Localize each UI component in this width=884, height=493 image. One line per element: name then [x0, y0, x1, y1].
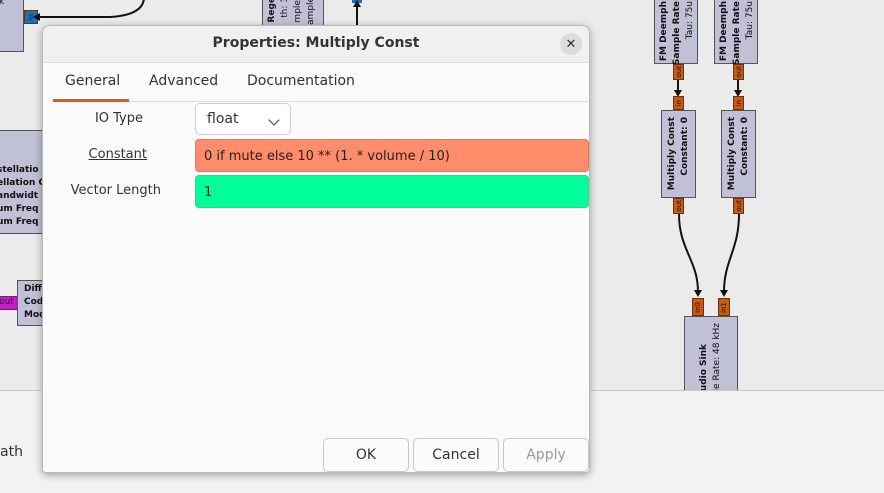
block-fm-deemph-1-title: FM Deemph	[659, 1, 669, 62]
io-type-label: IO Type	[94, 111, 143, 126]
connection-mult1	[678, 213, 699, 293]
constant-field[interactable]: 0 if mute else 10 ** (1. * volume / 10)	[195, 139, 589, 172]
block-fm-deemph-2-line2: Tau: 75u	[745, 1, 755, 40]
chevron-down-icon	[268, 114, 280, 126]
apply-button[interactable]: Apply	[503, 438, 589, 472]
block-fm-deemph-1-out-port[interactable]: out	[673, 64, 684, 80]
io-type-value: float	[207, 111, 239, 127]
constant-label: Constant	[88, 147, 147, 162]
connection-mult2	[723, 213, 740, 293]
close-button[interactable]: ✕	[560, 33, 582, 55]
dialog-title: Properties: Multiply Const	[212, 35, 420, 51]
vector-length-field[interactable]: 1	[195, 175, 589, 208]
block-fm-deemph-1-line2: Tau: 75u	[685, 1, 695, 40]
block-audio-sink-param: le Rate: 48 kHz	[712, 322, 722, 391]
tab-bar: General Advanced Documentation	[43, 62, 589, 101]
active-tab-indicator	[53, 99, 129, 102]
block-fm-deemph-2-line1: Sample Rate	[732, 1, 742, 66]
io-type-dropdown[interactable]: float	[195, 103, 291, 135]
dialog-titlebar[interactable]: Properties: Multiply Const ✕	[43, 26, 589, 63]
block-multiply-1-title: Multiply Const	[667, 117, 677, 191]
arrowhead-5	[353, 0, 361, 7]
block-fm-deemph-1[interactable]: FM Deemph Sample Rate Tau: 75u	[654, 0, 698, 66]
block-multiply-1-param: Constant: 0	[680, 117, 690, 176]
bottom-panel-text: ath	[0, 444, 23, 460]
cancel-button[interactable]: Cancel	[413, 438, 499, 472]
arrowhead-3	[694, 290, 702, 297]
block-fm-deemph-2-out-port[interactable]: out	[733, 64, 744, 80]
block-fm-deemph-2[interactable]: FM Deemph Sample Rate Tau: 75u	[714, 0, 758, 66]
properties-dialog: Properties: Multiply Const ✕ General Adv…	[42, 25, 590, 473]
connection-top	[38, 0, 145, 18]
vector-length-label: Vector Length	[70, 183, 161, 198]
arrowhead-4	[720, 290, 728, 297]
block-fm-deemph-2-title: FM Deemph	[719, 1, 729, 62]
tab-general[interactable]: General	[65, 73, 120, 89]
arrowhead-6	[33, 13, 40, 21]
tab-documentation[interactable]: Documentation	[247, 73, 355, 89]
block-audio-sink-in0-port[interactable]: in0	[692, 298, 704, 316]
block-multiply-1-in-port[interactable]: in	[673, 96, 684, 110]
block-multiply-1[interactable]: Multiply Const Constant: 0	[661, 110, 696, 198]
block-multiply-2-param: Constant: 0	[740, 117, 750, 176]
block-multiply-2-title: Multiply Const	[727, 117, 737, 191]
block-multiply-2-out-port[interactable]: out	[733, 198, 744, 214]
block-fm-deemph-1-line1: Sample Rate	[672, 1, 682, 66]
ok-button[interactable]: OK	[323, 438, 409, 472]
block-multiply-2-in-port[interactable]: in	[733, 96, 744, 110]
block-audio-sink[interactable]: udio Sink le Rate: 48 kHz	[684, 316, 738, 396]
tab-advanced[interactable]: Advanced	[149, 73, 218, 89]
block-multiply-2[interactable]: Multiply Const Constant: 0	[721, 110, 756, 198]
block-audio-sink-in1-port[interactable]: in1	[718, 298, 730, 316]
close-icon: ✕	[565, 36, 577, 52]
tab-separator	[51, 101, 589, 102]
block-multiply-1-out-port[interactable]: out	[673, 198, 684, 214]
block-audio-sink-title: udio Sink	[699, 343, 709, 391]
